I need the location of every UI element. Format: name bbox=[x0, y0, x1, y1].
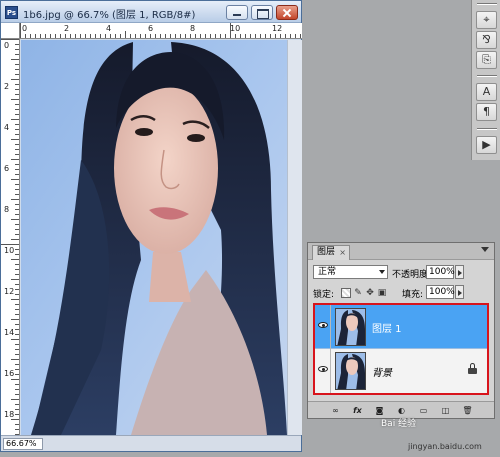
lock-transparency-icon[interactable] bbox=[341, 288, 351, 298]
dock-grip[interactable] bbox=[477, 3, 497, 5]
new-layer-icon[interactable]: ◫ bbox=[440, 405, 451, 416]
image-canvas[interactable] bbox=[21, 40, 287, 435]
zoom-field[interactable]: 66.67% bbox=[3, 438, 43, 450]
tab-layers[interactable]: 图层 × bbox=[312, 245, 350, 260]
channel-mixer-icon[interactable]: ⅋ bbox=[476, 31, 497, 49]
watermark: Bai 经验 bbox=[381, 419, 417, 429]
status-bar: 66.67% bbox=[1, 435, 301, 451]
fx-icon[interactable]: fx bbox=[352, 405, 363, 416]
lock-all-icon[interactable]: ▣ bbox=[377, 288, 387, 298]
watermark-url: jingyan.baidu.com bbox=[408, 442, 482, 451]
ruler-label: 6 bbox=[4, 164, 10, 173]
link-layers-icon[interactable]: ∞ bbox=[330, 405, 341, 416]
layers-panel-header[interactable]: 图层 × bbox=[308, 243, 494, 260]
actions-icon[interactable]: ▶ bbox=[476, 136, 497, 154]
ruler-label: 6 bbox=[148, 24, 154, 33]
layer-name[interactable]: 图层 1 bbox=[372, 320, 402, 335]
adjustment-layer-icon[interactable]: ◐ bbox=[396, 405, 407, 416]
ruler-label: 14 bbox=[4, 328, 15, 337]
ruler-label: 8 bbox=[190, 24, 196, 33]
fill-input[interactable]: 100% bbox=[426, 285, 455, 299]
ruler-label: 8 bbox=[4, 205, 10, 214]
visibility-toggle[interactable] bbox=[315, 349, 331, 393]
thumbnail-image bbox=[336, 353, 365, 389]
layer-list: 图层 1 背景 bbox=[313, 303, 489, 395]
delete-layer-icon[interactable]: 🗑 bbox=[462, 405, 473, 416]
ruler-label: 10 bbox=[230, 24, 241, 33]
ruler-horizontal[interactable]: 0 2 4 6 8 10 12 bbox=[20, 23, 302, 39]
portrait-photo bbox=[21, 40, 287, 435]
eye-icon bbox=[318, 322, 328, 328]
photoshop-doc-icon: Ps bbox=[5, 6, 18, 19]
eye-icon bbox=[318, 366, 328, 372]
add-mask-icon[interactable]: ◙ bbox=[374, 405, 385, 416]
character-icon[interactable]: A bbox=[476, 83, 497, 101]
opacity-slider-button[interactable] bbox=[455, 265, 464, 279]
layer-name[interactable]: 背景 bbox=[372, 364, 392, 379]
ruler-label: 2 bbox=[4, 82, 10, 91]
minimize-button[interactable] bbox=[226, 5, 248, 20]
document-title-bar[interactable]: Ps 1b6.jpg @ 66.7% (图层 1, RGB/8#) bbox=[1, 1, 301, 23]
ruler-vertical[interactable]: 0 2 4 6 8 10 12 14 16 18 bbox=[1, 39, 20, 435]
lock-position-icon[interactable]: ✥ bbox=[365, 288, 375, 298]
thumbnail-image bbox=[336, 309, 365, 345]
vertical-scrollbar[interactable] bbox=[287, 40, 302, 435]
layers-panel: 图层 × 正常 不透明度: 100% 锁定: ✎ ✥ ▣ 填充: 100% 图层… bbox=[307, 242, 495, 419]
tab-layers-label: 图层 bbox=[317, 247, 336, 257]
dock-grip[interactable] bbox=[477, 75, 497, 77]
dock-grip[interactable] bbox=[477, 128, 497, 130]
layer-row-background[interactable]: 背景 bbox=[315, 349, 487, 393]
document-title: 1b6.jpg @ 66.7% (图层 1, RGB/8#) bbox=[23, 10, 196, 21]
ruler-origin[interactable] bbox=[1, 23, 20, 39]
lock-icon bbox=[468, 363, 477, 374]
ruler-label: 0 bbox=[22, 24, 28, 33]
lock-pixels-icon[interactable]: ✎ bbox=[353, 288, 363, 298]
ruler-label: 12 bbox=[272, 24, 283, 33]
chevron-down-icon bbox=[379, 270, 385, 274]
layer-thumbnail bbox=[335, 308, 366, 346]
fill-label: 填充: bbox=[402, 290, 424, 300]
clone-source-icon[interactable]: ⎘ bbox=[476, 51, 497, 69]
panel-menu-icon[interactable] bbox=[481, 247, 490, 255]
visibility-toggle[interactable] bbox=[315, 305, 331, 349]
layer-thumbnail bbox=[335, 352, 366, 390]
palette-dock: ⌖ ⅋ ⎘ A ¶ ▶ bbox=[471, 0, 500, 160]
fill-slider-button[interactable] bbox=[455, 285, 464, 299]
blend-mode-select[interactable]: 正常 bbox=[313, 265, 388, 279]
blend-mode-value: 正常 bbox=[318, 267, 337, 277]
new-group-icon[interactable]: ▭ bbox=[418, 405, 429, 416]
ruler-label: 0 bbox=[4, 41, 10, 50]
ruler-label: 12 bbox=[4, 287, 15, 296]
close-tab-icon[interactable]: × bbox=[339, 246, 346, 259]
close-button[interactable] bbox=[276, 5, 298, 20]
history-brush-icon[interactable]: ⌖ bbox=[476, 11, 497, 29]
maximize-button[interactable] bbox=[251, 5, 273, 20]
document-window[interactable]: Ps 1b6.jpg @ 66.7% (图层 1, RGB/8#) 0 2 4 … bbox=[0, 0, 302, 452]
ruler-label: 4 bbox=[106, 24, 112, 33]
ruler-label: 4 bbox=[4, 123, 10, 132]
ruler-label: 2 bbox=[64, 24, 70, 33]
opacity-input[interactable]: 100% bbox=[426, 265, 455, 279]
ruler-label: 18 bbox=[4, 410, 15, 419]
ruler-label: 10 bbox=[4, 246, 15, 255]
paragraph-icon[interactable]: ¶ bbox=[476, 103, 497, 121]
layer-row-layer-1[interactable]: 图层 1 bbox=[315, 305, 487, 349]
ruler-label: 16 bbox=[4, 369, 15, 378]
lock-label: 锁定: bbox=[313, 290, 335, 300]
